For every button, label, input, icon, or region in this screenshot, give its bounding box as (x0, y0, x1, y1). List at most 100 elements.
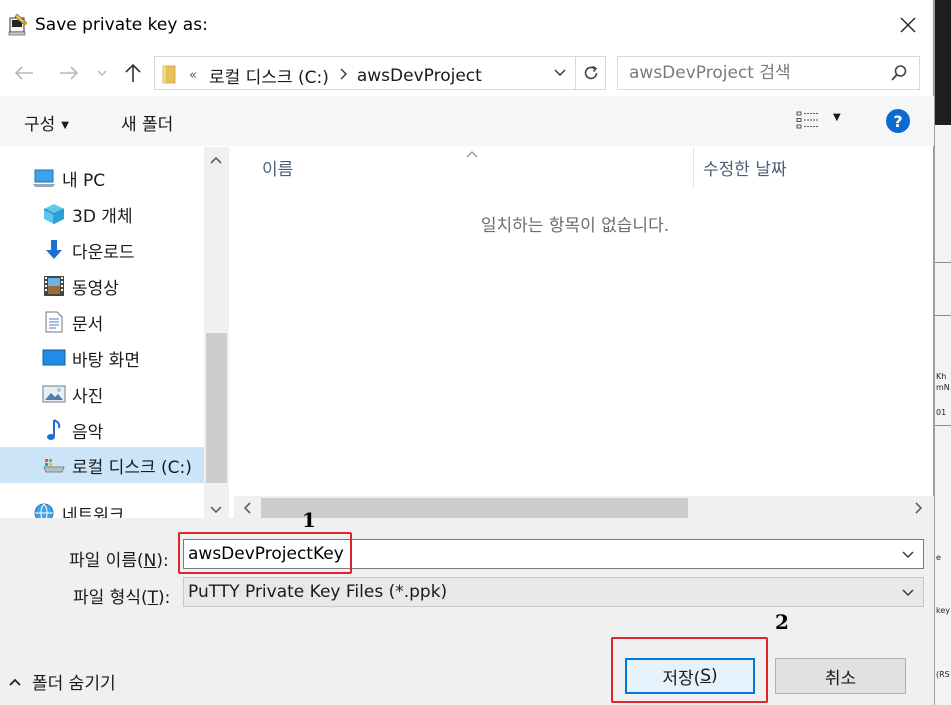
background-text: e (936, 553, 941, 562)
file-list: 이름 수정한 날짜 일치하는 항목이 없습니다. (230, 147, 934, 518)
nav-item-this-pc[interactable]: 내 PC (0, 160, 204, 196)
save-accesskey: S (700, 666, 712, 686)
filetype-label-end: ): (158, 588, 171, 608)
background-text: Kh (936, 372, 947, 381)
nav-item-network[interactable]: 네트워크 (0, 495, 204, 518)
filetype-label-text: 파일 형식( (73, 588, 148, 608)
save-button[interactable]: 저장(S) (625, 658, 755, 694)
drive-icon (42, 453, 66, 477)
nav-item-label: 네트워크 (62, 505, 125, 519)
nav-item-label: 음악 (72, 422, 104, 443)
navigation-scrollbar[interactable] (204, 147, 229, 518)
nav-item-documents[interactable]: 문서 (0, 304, 204, 340)
organize-button[interactable]: 구성 ▼ (24, 110, 69, 135)
organize-label: 구성 (24, 115, 56, 135)
details-view-icon (796, 111, 819, 129)
close-button[interactable] (888, 6, 928, 44)
cancel-button[interactable]: 취소 (775, 658, 906, 694)
sort-ascending-icon (466, 147, 478, 161)
nav-item-label: 다운로드 (72, 242, 135, 263)
help-button[interactable]: ? (886, 109, 910, 133)
nav-item-desktop[interactable]: 바탕 화면 (0, 340, 204, 376)
background-text: 01 (936, 408, 947, 417)
nav-item-label: 동영상 (72, 278, 119, 299)
chevron-up-icon (8, 672, 22, 692)
recent-locations-button[interactable] (94, 63, 110, 83)
putty-keygen-icon (8, 13, 28, 36)
search-icon[interactable] (890, 64, 908, 86)
nav-item-label: 사진 (72, 386, 104, 407)
column-header-name[interactable]: 이름 (262, 147, 293, 188)
breadcrumb-overflow[interactable]: « (189, 68, 197, 83)
scrollbar-thumb[interactable] (206, 333, 227, 483)
chevron-down-icon (97, 70, 107, 76)
nav-item-label: 3D 개체 (72, 206, 133, 227)
save-label-end: ) (711, 666, 718, 686)
background-text: key (936, 606, 951, 615)
breadcrumb-item[interactable]: 로컬 디스크 (C:) (209, 63, 329, 88)
column-divider[interactable] (693, 147, 694, 188)
caret-down-icon: ▼ (61, 119, 69, 131)
filetype-label: 파일 형식(T): (73, 583, 170, 608)
step-marker-1: 1 (302, 508, 316, 532)
nav-item-label: 내 PC (62, 170, 106, 191)
nav-item-pictures[interactable]: 사진 (0, 376, 204, 412)
back-button[interactable] (12, 63, 36, 83)
address-dropdown-button[interactable] (553, 65, 567, 84)
music-icon (42, 418, 66, 442)
filename-label-text: 파일 이름( (69, 551, 144, 571)
question-icon: ? (893, 111, 903, 131)
nav-item-videos[interactable]: 동영상 (0, 268, 204, 304)
save-label: 저장( (662, 668, 701, 689)
filename-dropdown-button[interactable] (901, 547, 915, 567)
scroll-down-icon[interactable] (210, 503, 222, 517)
folder-icon (161, 63, 177, 89)
network-icon (32, 501, 56, 518)
filename-label-end: ): (156, 551, 169, 571)
up-button[interactable] (122, 63, 144, 83)
nav-item-music[interactable]: 음악 (0, 412, 204, 448)
navigation-pane: 내 PC 3D 개체 다운로드 동영상 문서 바탕 화면 사진 음악 로컬 디스… (0, 147, 229, 518)
filetype-select[interactable]: PuTTY Private Key Files (*.ppk) (183, 577, 924, 607)
nav-item-label: 로컬 디스크 (C:) (72, 457, 192, 478)
hide-folders-label: 폴더 숨기기 (32, 674, 116, 694)
file-list-scrollbar[interactable] (234, 496, 934, 520)
chevron-down-icon (554, 69, 566, 76)
column-header-date-modified[interactable]: 수정한 날짜 (703, 147, 787, 188)
scroll-left-icon[interactable] (243, 502, 251, 517)
forward-button[interactable] (57, 63, 81, 83)
view-options-button[interactable] (796, 110, 820, 134)
nav-item-downloads[interactable]: 다운로드 (0, 232, 204, 268)
refresh-button[interactable] (575, 57, 606, 89)
scrollbar-thumb[interactable] (261, 498, 688, 518)
background-divider (935, 315, 951, 316)
title-bar: Save private key as: (0, 0, 934, 52)
address-bar[interactable]: « 로컬 디스크 (C:) awsDevProject (154, 56, 606, 90)
chevron-right-icon[interactable] (339, 68, 347, 84)
caret-down-icon[interactable]: ▼ (833, 112, 841, 123)
download-icon (42, 238, 66, 262)
filename-accesskey: N (143, 551, 157, 571)
scroll-right-icon[interactable] (915, 502, 923, 517)
search-box (617, 56, 920, 90)
arrow-left-icon (14, 66, 33, 80)
hide-folders-button[interactable]: 폴더 숨기기 (8, 669, 116, 694)
close-icon (900, 17, 916, 33)
search-input[interactable] (618, 57, 878, 89)
nav-item-label: 문서 (72, 314, 104, 335)
background-dark-panel (935, 0, 951, 125)
3d-objects-icon (42, 202, 66, 226)
filename-label: 파일 이름(N): (69, 546, 169, 571)
background-divider (935, 262, 951, 263)
nav-item-local-disk[interactable]: 로컬 디스크 (C:) (0, 447, 204, 483)
new-folder-button[interactable]: 새 폴더 (121, 110, 173, 135)
filetype-dropdown-button[interactable] (901, 585, 915, 605)
scroll-up-icon[interactable] (210, 153, 222, 167)
highlight-box-filename (178, 532, 352, 574)
nav-item-3d-objects[interactable]: 3D 개체 (0, 196, 204, 232)
chevron-down-icon (902, 551, 914, 558)
document-icon (42, 310, 66, 334)
breadcrumb-item[interactable]: awsDevProject (357, 66, 482, 86)
refresh-icon (584, 65, 598, 80)
pc-icon (32, 166, 56, 190)
